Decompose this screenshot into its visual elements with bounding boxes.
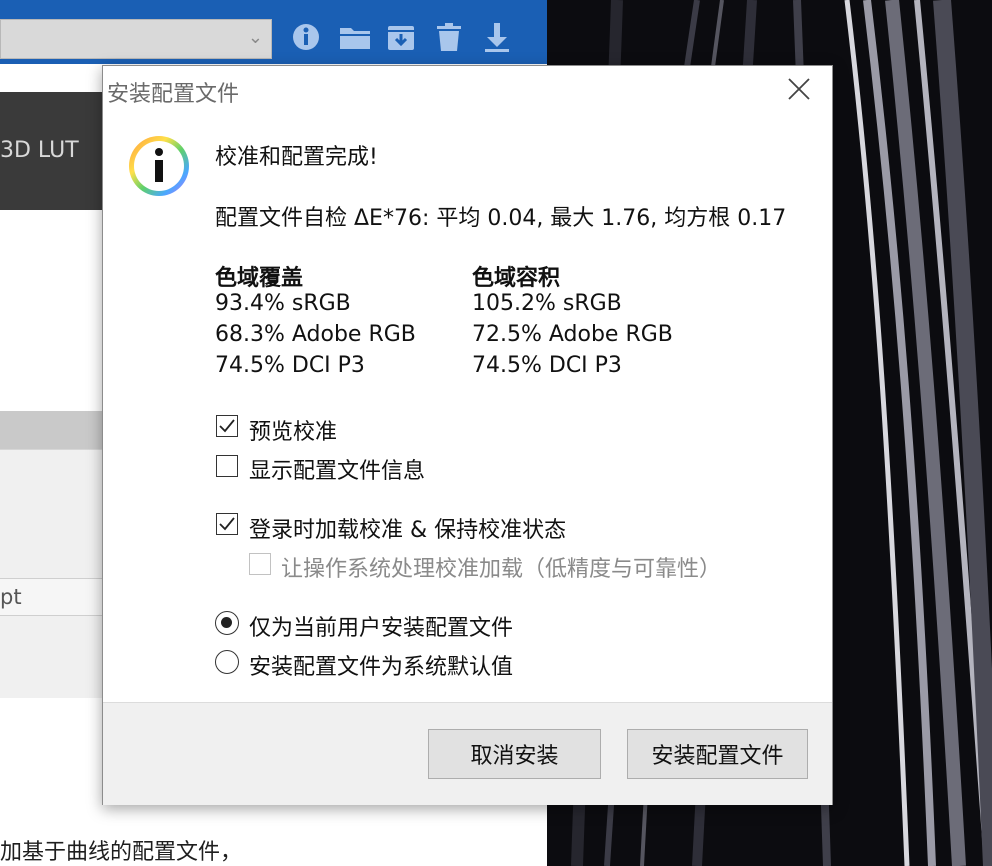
save-icon[interactable] xyxy=(386,20,416,54)
load-calibration-on-login-checkbox[interactable] xyxy=(216,513,238,535)
close-icon[interactable] xyxy=(786,76,812,102)
install-profile-button[interactable]: 安装配置文件 xyxy=(627,729,808,779)
chevron-down-icon[interactable]: ⌄ xyxy=(248,27,263,48)
description-text: 加基于曲线的配置文件， xyxy=(0,840,243,865)
info-icon xyxy=(129,136,189,196)
tab-3dlut[interactable]: 3D LUT xyxy=(0,138,79,163)
profile-select[interactable]: ⌄ xyxy=(0,19,272,59)
folder-icon[interactable] xyxy=(338,20,372,54)
gamut-volume-dci-p3: 74.5% DCI P3 xyxy=(472,353,622,378)
text-field-value: pt xyxy=(0,585,22,609)
preview-calibration-checkbox[interactable] xyxy=(216,415,238,437)
gamut-volume-adobe-rgb: 72.5% Adobe RGB xyxy=(472,322,673,347)
self-check-text: 配置文件自检 ΔE*76: 平均 0.04, 最大 1.76, 均方根 0.17 xyxy=(215,206,787,231)
dialog-footer: 取消安装 安装配置文件 xyxy=(103,702,832,805)
gamut-volume-header: 色域容积 xyxy=(472,266,561,291)
checkmark-icon xyxy=(219,517,235,531)
install-current-user-label[interactable]: 仅为当前用户安装配置文件 xyxy=(249,610,513,642)
install-profile-dialog: 安装配置文件 校准和配置完成! 配置文件自检 ΔE*76: 平均 0.04, 最… xyxy=(102,65,833,805)
trash-icon[interactable] xyxy=(434,20,464,54)
load-calibration-on-login-label[interactable]: 登录时加载校准 & 保持校准状态 xyxy=(249,512,566,544)
gamut-coverage-srgb: 93.4% sRGB xyxy=(215,291,351,316)
completion-heading: 校准和配置完成! xyxy=(215,145,378,170)
checkmark-icon xyxy=(219,419,235,433)
download-icon[interactable] xyxy=(482,20,512,54)
gamut-coverage-header: 色域覆盖 xyxy=(215,266,304,291)
os-calibration-loading-label: 让操作系统处理校准加载（低精度与可靠性） xyxy=(281,557,722,582)
preview-calibration-label[interactable]: 预览校准 xyxy=(249,414,337,446)
show-profile-info-checkbox[interactable] xyxy=(216,455,238,477)
install-system-default-radio[interactable] xyxy=(215,650,239,674)
os-calibration-loading-checkbox xyxy=(249,553,271,575)
gamut-coverage-dci-p3: 74.5% DCI P3 xyxy=(215,353,365,378)
dialog-title: 安装配置文件 xyxy=(107,82,240,107)
install-current-user-radio[interactable] xyxy=(215,611,239,635)
info-icon[interactable] xyxy=(291,20,321,54)
toolbar: ⌄ xyxy=(0,0,547,64)
gamut-coverage-adobe-rgb: 68.3% Adobe RGB xyxy=(215,322,416,347)
show-profile-info-label[interactable]: 显示配置文件信息 xyxy=(249,453,425,485)
gamut-volume-srgb: 105.2% sRGB xyxy=(472,291,622,316)
radio-dot xyxy=(221,617,232,628)
install-system-default-label[interactable]: 安装配置文件为系统默认值 xyxy=(249,649,513,681)
cancel-install-button[interactable]: 取消安装 xyxy=(428,729,601,779)
